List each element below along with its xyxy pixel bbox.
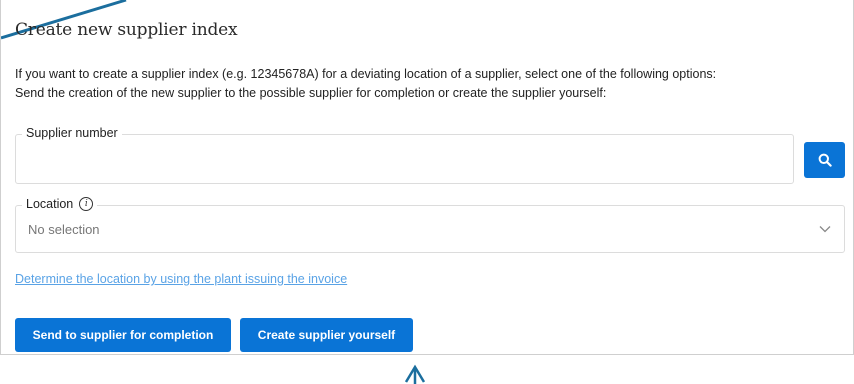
determine-location-link[interactable]: Determine the location by using the plan…	[15, 272, 347, 286]
supplier-index-panel: Create new supplier index If you want to…	[0, 0, 854, 355]
description-line-1: If you want to create a supplier index (…	[15, 67, 717, 81]
annotation-arrow-icon	[404, 364, 426, 384]
location-label: Location i	[22, 197, 98, 211]
search-button[interactable]	[804, 142, 845, 178]
supplier-number-label-text: Supplier number	[26, 126, 118, 140]
create-supplier-yourself-button[interactable]: Create supplier yourself	[240, 318, 413, 352]
description-line-2: Send the creation of the new supplier to…	[15, 86, 607, 100]
page-title: Create new supplier index	[15, 20, 238, 40]
location-select[interactable]: Location i No selection	[15, 197, 845, 253]
description: If you want to create a supplier index (…	[15, 65, 845, 103]
send-to-supplier-button[interactable]: Send to supplier for completion	[15, 318, 231, 352]
supplier-number-label: Supplier number	[22, 126, 122, 140]
info-icon[interactable]: i	[79, 197, 94, 211]
location-label-text: Location	[26, 197, 74, 211]
search-icon	[818, 153, 832, 167]
supplier-number-input[interactable]	[26, 151, 776, 177]
supplier-number-field[interactable]: Supplier number	[15, 126, 794, 184]
chevron-down-icon[interactable]	[818, 222, 832, 236]
location-selected-value: No selection	[28, 222, 100, 237]
